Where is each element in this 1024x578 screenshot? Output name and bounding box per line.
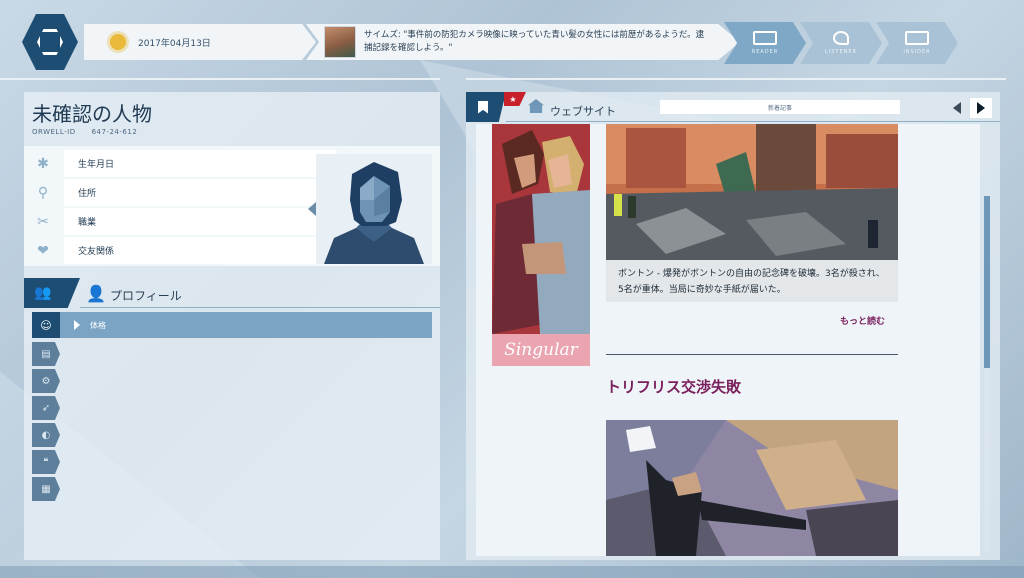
forward-button[interactable] — [970, 98, 992, 118]
ad-illustration — [492, 124, 590, 334]
arrow-right-icon — [977, 102, 985, 114]
field-relations[interactable]: ❤ 交友関係 — [28, 237, 336, 264]
orwell-logo[interactable] — [22, 14, 78, 70]
asterisk-icon: ✱ — [37, 155, 49, 172]
person-icon: 👤 — [86, 284, 106, 303]
symes-avatar — [324, 26, 356, 58]
field-birthdate[interactable]: ✱ 生年月日 — [28, 150, 336, 177]
bookmark-tab[interactable] — [466, 92, 506, 122]
gears-icon[interactable]: ⚙ — [32, 369, 60, 393]
current-date: 2017年04月13日 — [138, 38, 211, 49]
arrow-left-icon — [953, 102, 961, 114]
mode-label: LISTENER — [824, 49, 858, 55]
divider-line — [80, 307, 440, 308]
bottom-border — [0, 566, 1024, 578]
orwell-id-label: ORWELL-ID — [32, 128, 76, 136]
read-more-link[interactable]: もっと読む — [840, 314, 885, 327]
top-bar: 2017年04月13日 サイムズ: "事件前の防犯カメラ映像に映っていた青い髪の… — [0, 0, 1024, 90]
house-icon — [528, 99, 544, 113]
divider-line — [0, 78, 440, 80]
ad-label: Singular — [492, 334, 590, 366]
profile-title: プロフィール — [110, 289, 182, 303]
article-image[interactable] — [606, 420, 898, 556]
silhouette-icon[interactable]: ◐ — [32, 423, 60, 447]
star-icon: ★ — [504, 92, 526, 106]
books-icon[interactable]: ▤ — [32, 342, 60, 366]
monitor-icon — [905, 31, 929, 45]
divider-line — [466, 78, 1006, 80]
document-icon[interactable]: ▦ — [32, 477, 60, 501]
address-bar: 新着記事 — [660, 100, 900, 114]
silhouette-portrait — [316, 154, 432, 264]
running-icon[interactable]: ➶ — [32, 396, 60, 420]
mode-tab-insider[interactable]: INSIDER — [876, 22, 958, 64]
field-label: 交友関係 — [64, 237, 336, 264]
category-label: 体格 — [90, 320, 106, 330]
article-caption: ボントン - 爆発がボントンの自由の記念碑を破壊。3名が殺され、5名が重体。当局… — [606, 260, 898, 302]
article-headline[interactable]: トリフリス交渉失敗 — [606, 376, 741, 397]
location-pin-icon: ⚲ — [37, 184, 49, 201]
hexagon-icon — [37, 29, 63, 55]
advisor-message: サイムズ: "事件前の防犯カメラ映像に映っていた青い髪の女性には前歴があるようだ… — [364, 30, 705, 53]
sun-icon — [110, 34, 126, 50]
category-physique[interactable]: ☺ 体格 — [32, 312, 432, 338]
orwell-id: ORWELL-ID 647-24-612 — [32, 128, 137, 136]
date-bar: 2017年04月13日 — [84, 24, 316, 60]
mode-label: INSIDER — [903, 49, 931, 55]
face-icon: ☺ — [32, 312, 60, 338]
profile-header: 👥 👤 プロフィール — [24, 278, 440, 308]
book-icon — [753, 31, 777, 45]
advertisement[interactable]: Singular — [492, 124, 590, 366]
website-content: Singular ボントン - 爆発がボントンの自由の記念碑を破壊。3名が殺され… — [476, 124, 980, 556]
field-label: 住所 — [64, 179, 336, 206]
heart-icon: ❤ — [37, 242, 49, 259]
person-name: 未確認の人物 — [32, 102, 152, 126]
field-address[interactable]: ⚲ 住所 — [28, 179, 336, 206]
website-header: ★ ウェブサイト 新着記事 — [466, 92, 1000, 122]
article-divider — [606, 354, 898, 355]
website-title: ウェブサイト — [550, 105, 616, 118]
tools-icon: ✂ — [37, 213, 49, 230]
divider-line — [506, 121, 1000, 122]
portrait-pointer — [308, 202, 316, 216]
person-panel: 未確認の人物 ORWELL-ID 647-24-612 ✱ 生年月日 ⚲ 住所 ✂… — [24, 92, 440, 560]
mode-tab-listener[interactable]: LISTENER — [800, 22, 882, 64]
back-button[interactable] — [946, 98, 968, 118]
field-label: 職業 — [64, 208, 336, 235]
protest-image — [606, 420, 898, 556]
people-icon[interactable]: 👥 — [24, 278, 80, 308]
article-image[interactable] — [606, 124, 898, 260]
scrollbar-thumb[interactable] — [984, 196, 990, 368]
play-arrow-icon — [74, 320, 80, 330]
quote-icon[interactable]: ❝ — [32, 450, 60, 474]
website-panel: ★ ウェブサイト 新着記事 Singular ボントン - 爆発がボントンの自由… — [466, 92, 1000, 560]
mode-label: READER — [751, 49, 779, 55]
message-bar: サイムズ: "事件前の防犯カメラ映像に映っていた青い髪の女性には前歴があるようだ… — [306, 24, 740, 60]
field-occupation[interactable]: ✂ 職業 — [28, 208, 336, 235]
orwell-id-value: 647-24-612 — [91, 128, 138, 136]
field-label: 生年月日 — [64, 150, 336, 177]
monument-ruins-image — [606, 124, 898, 260]
ear-icon — [833, 31, 849, 45]
bookmark-icon — [478, 100, 488, 114]
person-portrait[interactable] — [316, 154, 432, 264]
